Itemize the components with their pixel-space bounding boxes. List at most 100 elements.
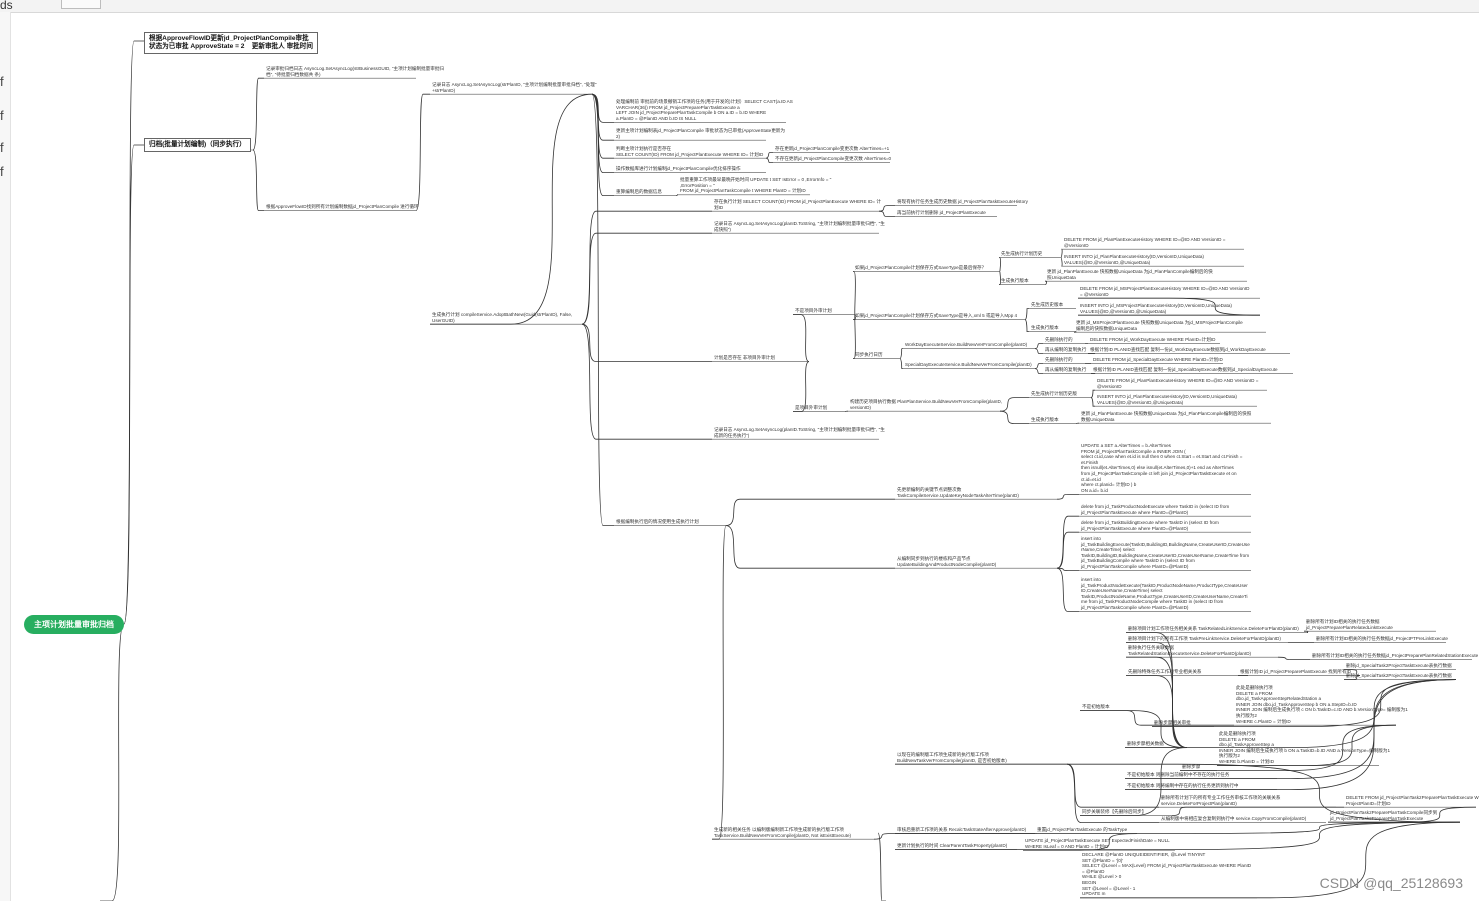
mindmap-node[interactable]: 再从编制的复制执行 bbox=[1045, 347, 1086, 353]
mindmap-node[interactable]: DELETE FROM jd_ProjectPlanTask2PreparePl… bbox=[1346, 795, 1479, 806]
mindmap-node[interactable]: 删除所有计划ID相关的执行任务数据jd_ProjectPTPreLinkExec… bbox=[1316, 636, 1448, 642]
mindmap-node[interactable]: 更新 jd_PlanPlanExecute 快照数据UniqueData 为jd… bbox=[1047, 269, 1213, 280]
connector-line bbox=[877, 832, 886, 901]
mindmap-node[interactable]: 删除项目计划下的所有工作项 TaskPreLinkService.DeleteF… bbox=[1128, 636, 1281, 642]
mindmap-node[interactable]: 将现有执行任务生成历史数据 jd_ProjectPlanTaskExecuteH… bbox=[897, 199, 1028, 205]
mindmap-node[interactable]: 重算编制后的数据信息 bbox=[616, 189, 662, 195]
connector-line bbox=[1034, 343, 1043, 349]
mindmap-node[interactable]: 生成执行版本 bbox=[1031, 325, 1059, 331]
mindmap-node[interactable]: 删除所有计划ID相关的执行任务数据jd_ProjectPreparePlanRe… bbox=[1312, 653, 1478, 659]
mindmap-node[interactable]: 此处是删除执行项 DELETE a FROM dbo.jd_TaskApprov… bbox=[1236, 685, 1408, 724]
mindmap-node[interactable]: DELETE FROM jd_MSProjectPlanExecuteHisto… bbox=[1080, 286, 1249, 297]
mindmap-node[interactable]: 根据编制执行后的情况使用生成执行计划 bbox=[616, 519, 699, 525]
mindmap-node[interactable]: 删除jd_SpecialTask2ProjectTaskExecute表执行数据 bbox=[1346, 663, 1452, 669]
mindmap-node[interactable]: SpecialDayExecuteService.BuildNewVerFrom… bbox=[905, 362, 1032, 368]
mindmap-node[interactable]: 是项目外审计划 bbox=[795, 405, 827, 411]
mindmap-node[interactable]: 先删除特殊任务工作项专业相关关系 bbox=[1128, 669, 1202, 675]
mindmap-node[interactable]: 审核后重新工作项的关系 RecalcTaskStateAfterApprove(… bbox=[897, 827, 1026, 833]
mindmap-node[interactable]: 更新 jd_PlanPlanExecute 快照数据UniqueData 为jd… bbox=[1081, 411, 1251, 422]
mindmap-node[interactable]: 构建历史项目执行数据 PlanPlanService.BuildNewVerFr… bbox=[850, 399, 1002, 410]
mindmap-node[interactable]: 操作数据库进行计划编制jd_ProjectPlanCompile优化排序操作 bbox=[616, 166, 741, 172]
connector-line bbox=[1056, 567, 1079, 612]
mindmap-node[interactable]: 此处是删除执行项 DELETE a FROM dbo.jd_TaskApprov… bbox=[1219, 731, 1390, 765]
mindmap-node[interactable]: 删除步骤 bbox=[1182, 764, 1200, 770]
mindmap-node[interactable]: 处理编制前 审批前的场景撤销工作项的任务(用于开发的)计划）SELECT CAS… bbox=[616, 99, 793, 121]
mindmap-node[interactable]: 判断主项计划执行是否存在 SELECT COUNT(ID) FROM jd_Pr… bbox=[616, 146, 763, 157]
mindmap-node[interactable]: insert into jd_TaskBuildingExecute(TaskI… bbox=[1081, 536, 1250, 570]
mindmap-node[interactable]: jd_ProjectPlanTask2PreparePlanTaskCompil… bbox=[1330, 810, 1437, 821]
mindmap-node[interactable]: 先生成执行计划历史 bbox=[1001, 251, 1042, 257]
mindmap-node[interactable]: 根据计划ID jd_ProjectPreparePlanExecute 找到所有… bbox=[1240, 669, 1351, 675]
mindmap-node[interactable]: 先删除执行的 bbox=[1045, 337, 1073, 343]
mindmap-node[interactable]: delete from jd_TaskProductNodeExecute wh… bbox=[1081, 504, 1229, 515]
mindmap-node[interactable]: 存在更新jd_ProjectPlanCompile变更次数 AlterTimes… bbox=[775, 146, 889, 152]
mindmap-node[interactable]: 删除所有计划下的所有专业工作任务审核工作项的关联关系 service.Delet… bbox=[1161, 795, 1280, 806]
mindmap-node[interactable]: UPDATE a SET a.AlterTimes = b.AlterTimes… bbox=[1081, 443, 1242, 493]
mindmap-node[interactable]: 生成执行版本 bbox=[1001, 278, 1029, 284]
mindmap-node[interactable]: DECLARE @PlanID UNIQUEIDENTIFIER, @Level… bbox=[1082, 852, 1251, 897]
mindmap-node[interactable]: 再当前执行计划删除 jd_ProjectPlanExecute bbox=[897, 210, 986, 216]
mindmap-node[interactable]: WorkDayExecuteService.BuildNewVerFromCom… bbox=[905, 342, 1027, 348]
mindmap-node[interactable]: 不是初始版本 则将编制中存在的执行任务更新到执行中 bbox=[1127, 783, 1239, 789]
mindmap-node[interactable]: 生成执行版本 bbox=[1031, 417, 1059, 423]
mindmap-node[interactable]: 如果jd_ProjectPlanCompile计划保存方式SaveType是导入… bbox=[855, 313, 1017, 319]
mindmap-node[interactable]: 删除步骤相关审批 bbox=[1154, 720, 1191, 726]
mindmap-node[interactable]: 先生成执行计划历史版 bbox=[1031, 391, 1077, 397]
mindmap-node[interactable]: 存在执行计划 SELECT COUNT(ID) FROM jd_ProjectP… bbox=[714, 199, 881, 210]
mindmap-node[interactable]: insert into jd_TaskProductNodeExecute(Ta… bbox=[1081, 577, 1248, 611]
connector-line bbox=[1090, 397, 1095, 407]
mindmap-root[interactable]: 主项计划批量审批归档 bbox=[24, 615, 124, 634]
mindmap-node[interactable]: 先更新编制的关键节点调整次数 TaskCompileService.Update… bbox=[897, 487, 1019, 498]
connector-line bbox=[999, 397, 1029, 412]
mindmap-node[interactable]: DELETE FROM jd_PlanPlanExecuteHistory WH… bbox=[1064, 237, 1225, 248]
branch-node[interactable]: 归档(批量计划编制)（同步执行） bbox=[144, 138, 251, 152]
mindmap-node[interactable]: INSERT INTO jd_MSProjectPlanExecuteHisto… bbox=[1080, 303, 1232, 314]
mindmap-node[interactable]: 先删除执行的 bbox=[1045, 357, 1073, 363]
connector-line bbox=[430, 93, 593, 325]
mindmap-node[interactable]: 删除jd_SpecialTask2ProjectTaskExecute表执行数据 bbox=[1346, 673, 1452, 679]
mindmap-node[interactable]: INSERT INTO jd_PlanPlanExecuteHistory(ID… bbox=[1064, 254, 1204, 265]
mindmap-node[interactable]: UPDATE jd_ProjectPlanTaskExecute SET Exp… bbox=[1025, 838, 1170, 849]
mindmap-node[interactable]: 记录日志 AsyncLog.SetAsyncLog(planID.ToStrin… bbox=[714, 427, 885, 438]
mindmap-node[interactable]: 删除项目计划工作项任务相关关系 TaskRelatedLinkService.D… bbox=[1128, 626, 1299, 632]
mindmap-canvas[interactable]: 主项计划批量审批归档 根据ApproveFlowID更新jd_ProjectPla… bbox=[0, 0, 1479, 901]
mindmap-node[interactable]: 生成新的相关任务 以编制版编制新工作项生成新的执行版工作项 TaskServic… bbox=[714, 827, 851, 838]
mindmap-node[interactable]: 删除步骤相关数据 bbox=[1127, 741, 1164, 747]
mindmap-node[interactable]: 根据计划ID PLANID查找匹配 复制一份jd_WorkDayExecute数… bbox=[1090, 347, 1266, 353]
mindmap-node[interactable]: DELETE FROM jd_SpecialDayExecute WHERE P… bbox=[1093, 357, 1223, 363]
mindmap-node[interactable]: 根据ApproveFlowID找到所有计划编制数据jd_ProjectPlanC… bbox=[266, 204, 419, 210]
mindmap-node[interactable]: INSERT INTO jd_PlanPlanExecuteHistory(ID… bbox=[1097, 394, 1237, 405]
mindmap-node[interactable]: 从编制版中将相应复合复制到执行中 service.CopyFromCompile… bbox=[1161, 816, 1306, 822]
mindmap-node[interactable]: 删除所有计划ID相关的执行任务数据 jd_ProjectPreparePlanR… bbox=[1306, 619, 1393, 630]
mindmap-node[interactable]: 同步关联装修【先删除后同步】 bbox=[1082, 809, 1146, 815]
mindmap-node[interactable]: 批量重算工作项最早最晚开始时间 UPDATE t SET IsError = 0… bbox=[680, 177, 831, 194]
mindmap-node[interactable]: DELETE FROM jd_WorkDayExecute WHERE Plan… bbox=[1090, 337, 1215, 343]
mindmap-node[interactable]: 再从编制的复制执行 bbox=[1045, 367, 1086, 373]
mindmap-node[interactable]: 生成执行计划 compileService.AdoptBathNew(Guid(… bbox=[432, 312, 572, 323]
mindmap-node[interactable]: 根据计划ID PLANID查找匹配 复制一份jd_SpecialDayExecu… bbox=[1093, 367, 1278, 373]
mindmap-node[interactable]: 记录日志 AsyncLog.SetAsyncLog(planID.ToStrin… bbox=[714, 221, 885, 232]
mindmap-node[interactable]: 不存在更新jd_ProjectPlanCompile变更次数 AlterTime… bbox=[775, 156, 891, 162]
mindmap-node[interactable]: 更新 jd_MSProjectPlanExecute 快照数据UniqueDat… bbox=[1076, 320, 1243, 331]
mindmap-node[interactable]: 不是初始版本 则删除当前编制中不存在的执行任务 bbox=[1127, 772, 1229, 778]
mindmap-node[interactable]: 同步执行日历 bbox=[855, 352, 883, 358]
mindmap-node[interactable]: 以现在的编制版工作项生成新的执行版工作项 BuildNewTaskVerFrom… bbox=[897, 752, 1007, 763]
mindmap-node[interactable]: 从编制同步到执行的楼栋和产品节点 UpdateBuildingAndProduc… bbox=[897, 556, 996, 567]
mindmap-node[interactable]: 不是项目外审计划 bbox=[795, 308, 832, 314]
connector-line bbox=[1034, 368, 1043, 374]
mindmap-node[interactable]: 记录审批归档日志 AsyncLog.SetAsyncLog(strBusines… bbox=[266, 66, 444, 77]
mindmap-node[interactable]: delete from jd_TaskBuildingExecute where… bbox=[1081, 520, 1219, 531]
mindmap-node[interactable]: 重置jd_ProjectPlanTaskExecute 的TaskType bbox=[1037, 827, 1127, 833]
mindmap-node[interactable]: 计划是否存在 非项目外审计划 bbox=[714, 355, 775, 361]
mindmap-node[interactable]: 不是初始版本 bbox=[1082, 704, 1110, 710]
mindmap-node[interactable]: 记录日志 AsyncLog.SetAsyncLog(strPlanID, "主项… bbox=[432, 82, 597, 93]
connector-line bbox=[1171, 806, 1344, 816]
mindmap-node[interactable]: 删除执行任务关联数据 TaskRelatedStationExecuteServ… bbox=[1128, 645, 1251, 656]
mindmap-node[interactable]: 更新计划执行的时间 ClearParentTaskProperty(planID… bbox=[897, 843, 1007, 849]
mindmap-node[interactable]: 更新主项计划编制表jd_ProjectPlanCompile 审批状态为已审批(… bbox=[616, 128, 785, 139]
connector-line bbox=[591, 93, 614, 526]
mindmap-node[interactable]: 如果jd_ProjectPlanCompile计划保存方式SaveType是最后… bbox=[855, 265, 986, 271]
mindmap-node[interactable]: DELETE FROM jd_PlanPlanExecuteHistory WH… bbox=[1097, 378, 1258, 389]
branch-node[interactable]: 根据ApproveFlowID更新jd_ProjectPlanCompile审批… bbox=[144, 32, 318, 54]
mindmap-node[interactable]: 先生成历史版本 bbox=[1031, 302, 1063, 308]
